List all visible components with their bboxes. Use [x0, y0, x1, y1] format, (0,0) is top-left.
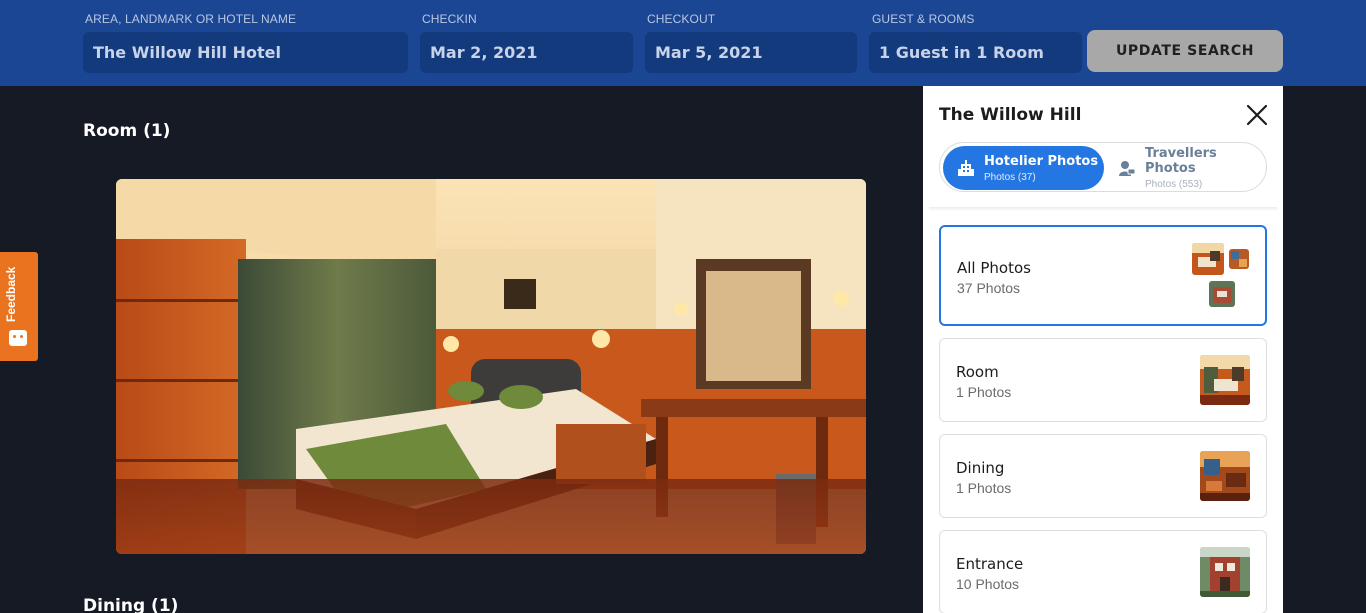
photo-gallery-panel: The Willow Hill Hotelier Photos Photos (…	[923, 86, 1283, 613]
room-photo[interactable]	[116, 179, 866, 554]
section-title-dining: Dining (1)	[83, 596, 179, 613]
category-title: Room	[956, 363, 999, 381]
thumbnail-dining	[1229, 249, 1249, 269]
feedback-tab[interactable]: Feedback	[0, 252, 38, 361]
category-count: 10 Photos	[956, 576, 1020, 592]
traveller-camera-icon	[1119, 161, 1136, 176]
checkout-input[interactable]: Mar 5, 2021	[645, 32, 857, 73]
thumbnail-entrance	[1200, 547, 1250, 597]
photo-source-tabs: Hotelier Photos Photos (37) Travellers P…	[939, 142, 1267, 192]
checkout-label: CHECKOUT	[647, 12, 716, 26]
category-card-all-photos[interactable]: All Photos 37 Photos	[939, 225, 1267, 326]
category-title: Dining	[956, 459, 1005, 477]
guests-label: GUEST & ROOMS	[872, 12, 975, 26]
category-card-dining[interactable]: Dining 1 Photos	[939, 434, 1267, 518]
hotel-building-icon	[958, 160, 974, 176]
search-bar: AREA, LANDMARK OR HOTEL NAME The Willow …	[0, 0, 1366, 86]
category-title: Entrance	[956, 555, 1024, 573]
location-label: AREA, LANDMARK OR HOTEL NAME	[85, 12, 297, 26]
room-photo-image	[116, 179, 866, 554]
thumbnail-entrance	[1209, 281, 1235, 307]
category-count: 1 Photos	[956, 384, 1012, 400]
close-icon[interactable]	[1245, 103, 1269, 127]
category-count: 1 Photos	[956, 480, 1012, 496]
tab-hotelier-photos[interactable]: Hotelier Photos Photos (37)	[943, 146, 1104, 190]
thumbnail-room	[1200, 355, 1250, 405]
category-title: All Photos	[957, 259, 1031, 277]
category-card-entrance[interactable]: Entrance 10 Photos	[939, 530, 1267, 613]
update-search-button[interactable]: UPDATE SEARCH	[1087, 30, 1283, 72]
guests-rooms-input[interactable]: 1 Guest in 1 Room	[869, 32, 1082, 73]
feedback-label: Feedback	[4, 266, 18, 322]
category-count: 37 Photos	[957, 280, 1021, 296]
category-card-room[interactable]: Room 1 Photos	[939, 338, 1267, 422]
tab-hotelier-label: Hotelier Photos	[984, 153, 1099, 169]
checkin-input[interactable]: Mar 2, 2021	[420, 32, 633, 73]
tab-travellers-count: Photos (553)	[1145, 179, 1203, 190]
tab-travellers-label: Travellers Photos	[1145, 146, 1217, 176]
thumbnail-dining	[1200, 451, 1250, 501]
feedback-smiley-icon	[9, 330, 27, 346]
tab-travellers-photos[interactable]: Travellers Photos Photos (553)	[1108, 146, 1264, 190]
thumbnail-room	[1192, 243, 1224, 275]
checkin-label: CHECKIN	[422, 12, 477, 26]
section-title-room: Room (1)	[83, 121, 171, 141]
panel-divider	[929, 207, 1277, 211]
location-input[interactable]: The Willow Hill Hotel	[83, 32, 408, 73]
tab-hotelier-count: Photos (37)	[984, 171, 1036, 183]
panel-title: The Willow Hill	[939, 105, 1082, 125]
